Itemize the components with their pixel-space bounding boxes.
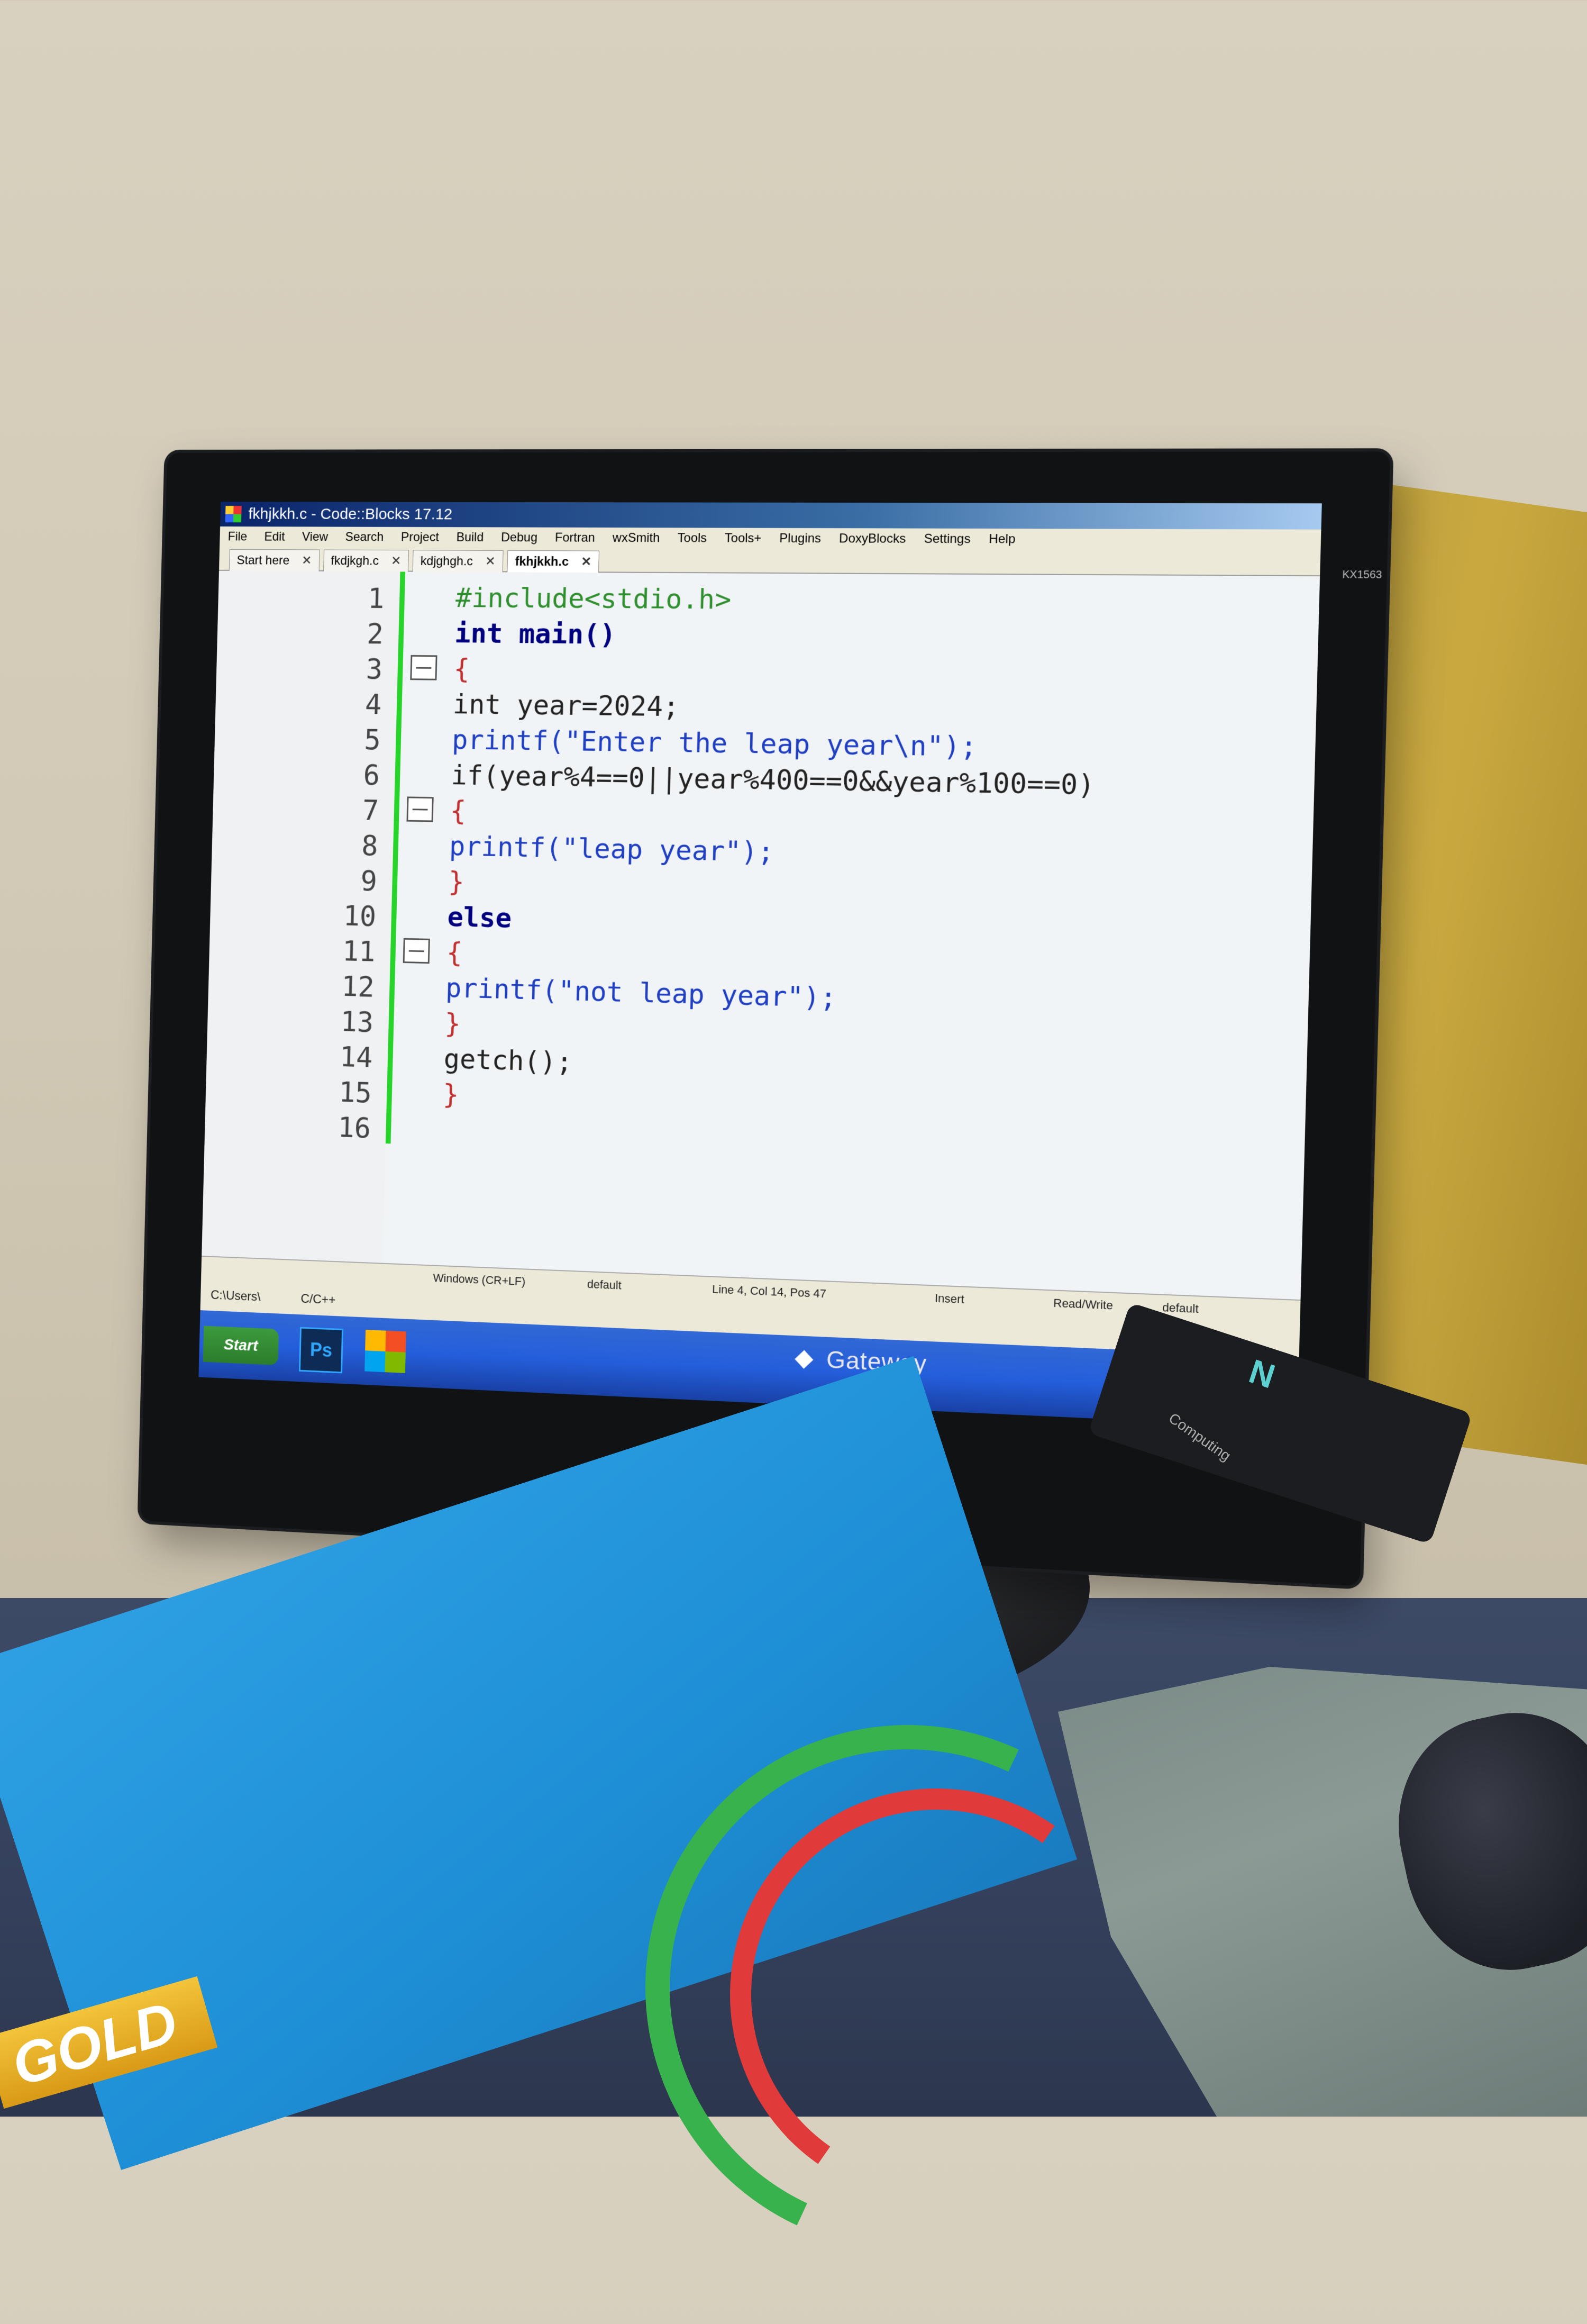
line-number: 15 (338, 1075, 372, 1110)
gateway-logo-icon: ◆ (794, 1343, 814, 1372)
window-title: fkhjkkh.c - Code::Blocks 17.12 (248, 505, 453, 523)
path-text: C:\Users\ (210, 1288, 261, 1304)
line-number: 4 (364, 687, 382, 721)
close-icon[interactable]: ✕ (302, 550, 312, 571)
line-number: 14 (339, 1040, 373, 1074)
code-line: { (446, 937, 463, 969)
screen: fkhjkkh.c - Code::Blocks 17.12 File Edit… (198, 502, 1322, 1428)
line-number: 16 (337, 1111, 371, 1145)
menu-file[interactable]: File (227, 526, 248, 547)
wooden-board (1354, 479, 1587, 1468)
code-line: { (450, 795, 467, 827)
line-number: 8 (361, 829, 379, 863)
menu-project[interactable]: Project (400, 527, 440, 548)
code-line: printf("Enter the leap year\n"); (451, 724, 978, 764)
line-number: 6 (363, 758, 380, 792)
menu-doxyblocks[interactable]: DoxyBlocks (839, 528, 906, 550)
start-button[interactable]: Start (203, 1326, 279, 1366)
line-number: 1 (367, 582, 385, 615)
fold-icon[interactable] (406, 796, 434, 822)
windows-icon[interactable] (364, 1330, 406, 1373)
tab-fkdjkgh[interactable]: fkdjkgh.c ✕ (323, 549, 409, 573)
code-line: printf("leap year"); (449, 830, 775, 868)
menu-debug[interactable]: Debug (501, 527, 538, 548)
line-number: 13 (340, 1005, 374, 1039)
tab-start-here[interactable]: Start here ✕ (229, 549, 320, 572)
code-line: } (448, 866, 465, 898)
menu-fortran[interactable]: Fortran (555, 528, 596, 549)
photoshop-icon[interactable]: Ps (298, 1327, 344, 1374)
tab-label: Start here (236, 553, 290, 568)
tab-label: kdjghgh.c (420, 554, 473, 569)
code-line: } (442, 1078, 460, 1111)
menu-help[interactable]: Help (989, 529, 1016, 550)
code-line: getch(); (443, 1043, 573, 1079)
menu-tools[interactable]: Tools (677, 528, 707, 549)
menu-settings[interactable]: Settings (924, 529, 971, 550)
menu-search[interactable]: Search (345, 527, 384, 548)
code-line: if(year%4==0||year%400==0&&year%100==0) (450, 759, 1096, 802)
codeblocks-icon (225, 506, 242, 523)
line-number: 3 (366, 652, 383, 686)
code-line: else (446, 901, 512, 934)
menu-wxsmith[interactable]: wxSmith (612, 528, 660, 549)
line-number: 10 (343, 899, 377, 933)
menu-view[interactable]: View (302, 526, 329, 547)
fold-icon[interactable] (403, 938, 430, 964)
window-titlebar: fkhjkkh.c - Code::Blocks 17.12 (220, 502, 1322, 530)
close-icon[interactable]: ✕ (390, 550, 402, 572)
language-text: C/C++ (300, 1292, 336, 1308)
close-icon[interactable]: ✕ (485, 551, 496, 573)
tab-label: fkdjkgh.c (331, 553, 379, 568)
close-icon[interactable]: ✕ (581, 551, 592, 573)
fold-icon[interactable] (410, 655, 437, 680)
menu-build[interactable]: Build (456, 527, 484, 548)
line-number: 2 (366, 617, 384, 650)
status-rw: Read/Write (1053, 1296, 1114, 1312)
code-line: int year=2024; (452, 688, 680, 723)
code-line: int main() (454, 618, 617, 651)
code-line: printf("not leap year"); (445, 972, 837, 1014)
line-number: 5 (363, 723, 381, 756)
line-number: 7 (362, 794, 380, 827)
status-mode: Insert (934, 1291, 965, 1306)
line-number-gutter: 1 2 3 4 5 6 7 8 9 10 11 12 13 14 15 16 (202, 570, 400, 1263)
line-number: 11 (342, 934, 376, 968)
code-line: } (444, 1007, 461, 1040)
status-encoding: default (587, 1277, 622, 1292)
menu-plugins[interactable]: Plugins (779, 528, 822, 549)
tab-fkhjkkh[interactable]: fkhjkkh.c ✕ (507, 550, 600, 574)
code-editor[interactable]: 1 2 3 4 5 6 7 8 9 10 11 12 13 14 15 16 #… (202, 570, 1320, 1300)
tab-label: fkhjkkh.c (515, 554, 569, 569)
code-line: { (453, 653, 470, 685)
line-number: 9 (360, 864, 378, 897)
code-line: #include<stdio.h> (455, 582, 732, 616)
monitor-model: KX1563 (1342, 568, 1382, 582)
tab-kdjghgh[interactable]: kdjghgh.c ✕ (412, 550, 504, 573)
menu-tools-plus[interactable]: Tools+ (724, 528, 762, 549)
menu-edit[interactable]: Edit (264, 526, 285, 547)
line-number: 12 (341, 969, 375, 1004)
